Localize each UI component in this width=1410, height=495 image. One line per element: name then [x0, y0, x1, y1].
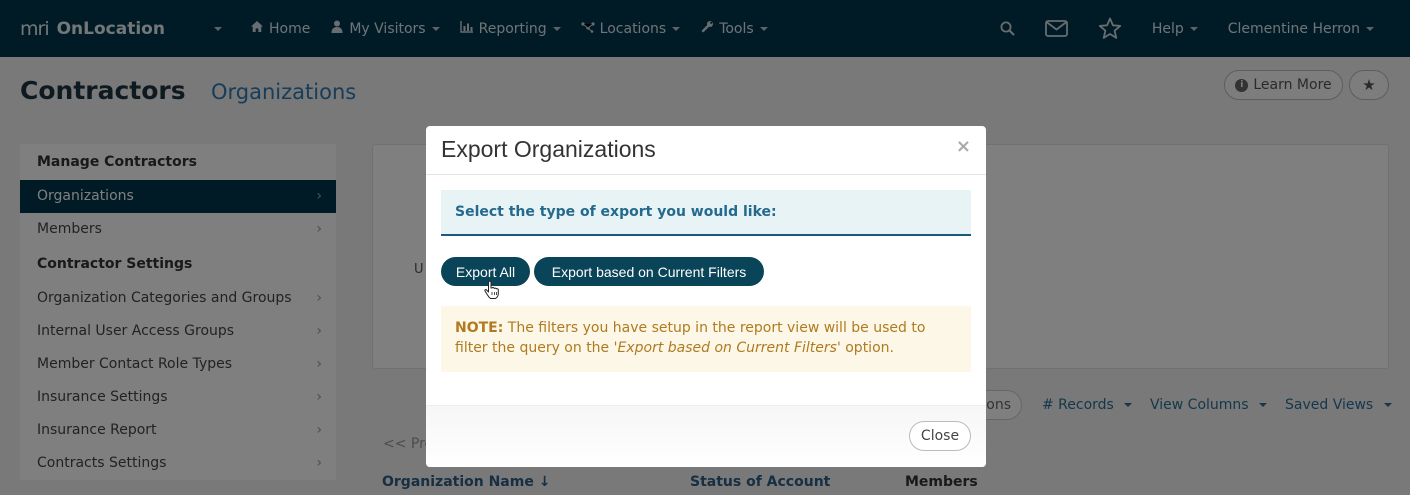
close-icon[interactable]: ×: [956, 136, 971, 157]
export-current-filters-button[interactable]: Export based on Current Filters: [534, 257, 764, 286]
export-type-prompt: Select the type of export you would like…: [441, 190, 971, 236]
note-text-end: ' option.: [836, 340, 894, 356]
note-box: NOTE: The filters you have setup in the …: [441, 306, 971, 372]
modal-title: Export Organizations: [441, 136, 656, 162]
modal-header: Export Organizations ×: [426, 126, 986, 175]
note-text-emphasis: Export based on Current Filters: [617, 340, 837, 356]
close-button[interactable]: Close: [909, 421, 971, 451]
modal-footer: Close: [426, 405, 986, 467]
hand-pointer-cursor-icon: [484, 280, 500, 300]
export-organizations-modal: Export Organizations × Select the type o…: [426, 126, 986, 467]
note-label: NOTE:: [455, 320, 504, 336]
